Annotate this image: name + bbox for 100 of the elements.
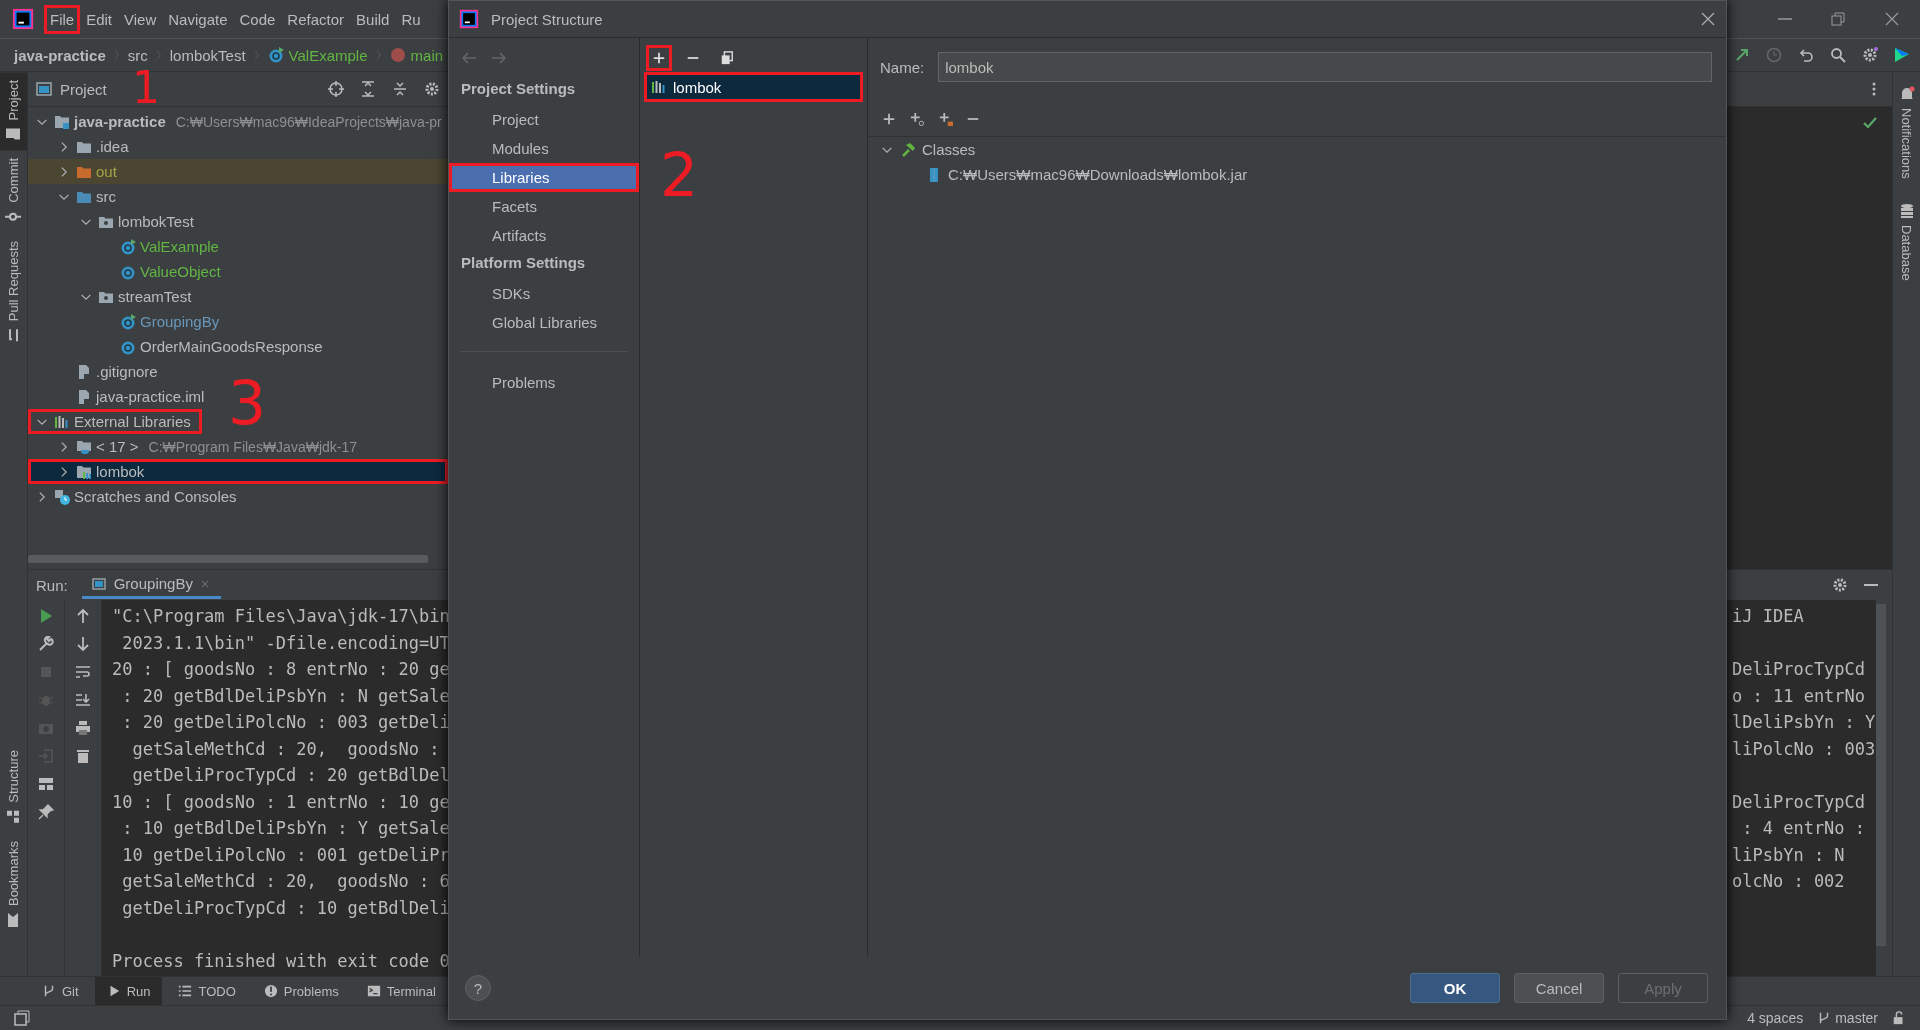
add-icon[interactable]: [882, 112, 896, 126]
scrollbar[interactable]: [28, 555, 428, 563]
tree-row[interactable]: < 17 > C:₩Program Files₩Java₩jdk-17: [28, 434, 369, 459]
close-icon[interactable]: [1700, 11, 1716, 27]
tool-window-tab[interactable]: Problems: [251, 977, 351, 1005]
tree-row[interactable]: C:₩Users₩mac96₩Downloads₩lombok.jar: [868, 162, 1726, 187]
annotation-number: 2: [660, 150, 699, 201]
console-line: o : 11 entrNo: [1732, 684, 1867, 708]
tool-window-tab[interactable]: Terminal: [354, 977, 448, 1005]
tool-window-tab[interactable]: Project: [0, 72, 27, 151]
database-icon: [1898, 202, 1915, 219]
libraries-icon: [54, 413, 70, 430]
status-item[interactable]: master: [1817, 1010, 1878, 1026]
trash-icon[interactable]: [75, 748, 91, 764]
tree-row[interactable]: OrderMainGoodsResponse: [28, 334, 334, 359]
settings-icon[interactable]: [424, 81, 440, 97]
app-logo-icon: [459, 9, 479, 29]
tree-row[interactable]: Classes: [868, 137, 1726, 162]
tree-row[interactable]: Scratches and Consoles: [28, 484, 248, 509]
print-icon[interactable]: [75, 720, 91, 736]
arrow-down-icon[interactable]: [75, 636, 91, 652]
back-arrow-icon: [461, 50, 477, 66]
breadcrumb-item[interactable]: main: [389, 46, 444, 64]
nav-item[interactable]: Facets: [449, 192, 639, 221]
tree-row[interactable]: out: [28, 159, 448, 184]
dialog-button[interactable]: Cancel: [1514, 973, 1604, 1003]
tool-window-tab[interactable]: Database: [1898, 202, 1915, 281]
field-label: Name:: [880, 58, 925, 76]
tool-window-tab[interactable]: TODO: [166, 977, 248, 1005]
console-line: DeliProcTypCd: [1732, 790, 1867, 814]
nav-item[interactable]: Problems: [449, 368, 639, 397]
menu-item[interactable]: Navigate: [162, 4, 234, 34]
scrollbar[interactable]: [1876, 604, 1886, 946]
panel-title[interactable]: Project: [60, 80, 107, 98]
tool-window-tab[interactable]: Commit: [0, 150, 27, 234]
tree-row[interactable]: lombokTest: [28, 209, 205, 234]
wrench-icon[interactable]: [38, 636, 54, 652]
tool-window-tab[interactable]: Git: [30, 977, 91, 1005]
tree-row[interactable]: ValueObject: [28, 259, 232, 284]
tool-window-tab[interactable]: Structure: [0, 742, 27, 833]
nav-item[interactable]: Global Libraries: [449, 308, 639, 337]
add-url-icon[interactable]: [908, 112, 926, 126]
add-button[interactable]: [646, 45, 672, 71]
tree-row[interactable]: .idea: [28, 134, 140, 159]
help-button[interactable]: ?: [465, 975, 491, 1001]
breadcrumb-item[interactable]: lombokTest: [169, 46, 246, 64]
file-icon: [76, 363, 92, 380]
console-line: 2023.1.1\bin" -Dfile.encoding=UT: [121, 631, 451, 655]
menu-item[interactable]: Refactor: [281, 4, 351, 34]
menu-item[interactable]: View: [118, 4, 163, 34]
name-field[interactable]: lombok: [938, 52, 1712, 82]
console-line: getDeliProcTypCd : 10 getBdlDeli: [121, 896, 451, 920]
tool-window-tab[interactable]: Pull Requests: [0, 233, 27, 352]
console-line: : 10 getBdlDeliPsbYn : Y getSale: [121, 817, 451, 840]
dialog-button[interactable]: OK: [1410, 973, 1500, 1003]
annotation-number: 1: [132, 71, 160, 106]
menu-item[interactable]: Code: [233, 4, 282, 34]
nav-item[interactable]: SDKs: [449, 279, 639, 308]
menu-item[interactable]: Build: [350, 4, 396, 34]
soft-wrap-icon[interactable]: [75, 664, 91, 680]
console-line: getSaleMethCd : 20, goodsNo : 6: [121, 870, 451, 893]
console-line: 20 : [ goodsNo : 8 entrNo : 20 ge: [112, 658, 451, 681]
runnable-class-icon: [120, 313, 136, 330]
breadcrumb-item[interactable]: java-practice: [14, 46, 106, 64]
menu-item[interactable]: File: [44, 4, 81, 34]
tool-window-tab[interactable]: Notifications: [1898, 86, 1915, 179]
run-icon[interactable]: [38, 608, 54, 624]
tree-row[interactable]: .gitignore: [28, 359, 169, 384]
scroll-end-icon[interactable]: [75, 692, 91, 708]
console-line: DeliProcTypCd: [1732, 658, 1867, 681]
nav-item[interactable]: Artifacts: [449, 221, 639, 250]
arrow-up-icon[interactable]: [75, 608, 91, 624]
tree-row[interactable]: GroupingBy: [28, 309, 231, 334]
scratches-icon: [54, 488, 70, 505]
tree-row[interactable]: java-practice.iml: [28, 384, 216, 409]
status-item[interactable]: 4 spaces: [1747, 1010, 1804, 1026]
pin-icon[interactable]: [38, 804, 54, 820]
locate-icon[interactable]: [328, 81, 344, 97]
tool-window-tab[interactable]: Run: [94, 977, 163, 1005]
tree-row[interactable]: External Libraries: [28, 409, 202, 434]
list-icon: [178, 984, 193, 998]
menu-item[interactable]: Ru: [395, 4, 427, 34]
nav-item[interactable]: Libraries: [449, 163, 639, 192]
layout-icon[interactable]: [38, 776, 54, 792]
tree-row[interactable]: ValExample: [28, 234, 230, 259]
breadcrumb-item[interactable]: ValExample: [267, 46, 368, 64]
console-line: 10 : [ goodsNo : 1 entrNo : 10 ge: [112, 790, 451, 814]
add-jar-icon[interactable]: [938, 112, 954, 126]
breadcrumb-item[interactable]: src: [127, 46, 148, 64]
tool-window-tab[interactable]: Bookmarks: [0, 832, 27, 936]
library-item[interactable]: lombok: [644, 72, 863, 102]
collapse-all-icon[interactable]: [392, 81, 408, 97]
settings-icon[interactable]: [1832, 577, 1848, 593]
nav-item[interactable]: Modules: [449, 134, 639, 163]
settings-icon: [1862, 47, 1878, 63]
tree-row[interactable]: streamTest: [28, 284, 203, 309]
expand-all-icon[interactable]: [360, 81, 376, 97]
menu-item[interactable]: Edit: [80, 4, 119, 34]
tree-row[interactable]: src: [28, 184, 127, 209]
tree-row[interactable]: lombok: [28, 459, 448, 484]
